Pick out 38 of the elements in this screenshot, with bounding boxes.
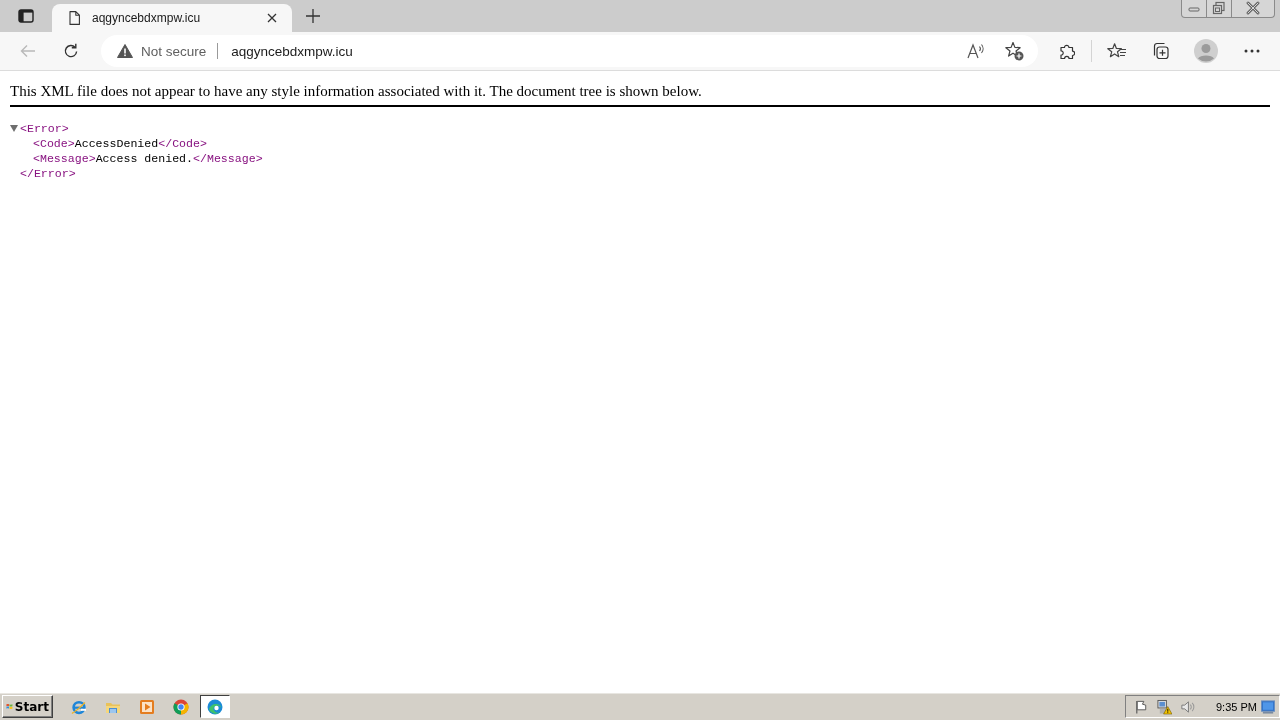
- favorites-icon[interactable]: [1106, 43, 1126, 59]
- desktop-icon[interactable]: [1260, 699, 1275, 714]
- xml-tag: </Code>: [158, 136, 207, 151]
- taskbar-button[interactable]: [200, 695, 230, 718]
- xml-tag: <Code>: [33, 136, 75, 151]
- panel-icon[interactable]: [18, 9, 34, 23]
- url-text: aqgyncebdxmpw.icu: [231, 43, 354, 59]
- puzzle-icon[interactable]: [1059, 43, 1075, 59]
- security-button[interactable]: Not secure: [117, 43, 207, 59]
- close-icon[interactable]: [267, 13, 277, 23]
- xml-tag: <Error>: [20, 121, 69, 136]
- clock: 9:35 PM: [1215, 700, 1257, 713]
- start-button[interactable]: Start: [2, 695, 53, 718]
- xml-tag: </Error>: [20, 166, 76, 181]
- xml-notice: This XML file does not appear to have any style information associated with it. The document tree is shown below.: [10, 82, 1270, 107]
- xml-text: AccessDenied: [74, 136, 159, 151]
- circle-logo-icon: [173, 698, 189, 715]
- xml-tag: </Message>: [193, 151, 263, 166]
- play-icon: [139, 698, 155, 715]
- more-icon[interactable]: [1244, 49, 1260, 53]
- refresh-icon[interactable]: [63, 43, 79, 59]
- warning-icon: [117, 44, 133, 58]
- read-aloud-icon[interactable]: [967, 43, 985, 59]
- avatar-icon[interactable]: [1194, 39, 1218, 63]
- xml-tag: <Message>: [33, 151, 96, 166]
- browser-tab[interactable]: aqgyncebdxmpw.icu: [52, 4, 292, 32]
- address-bar[interactable]: Not secure aqgyncebdxmpw.icu: [101, 35, 1038, 67]
- star-plus-icon[interactable]: [1005, 41, 1024, 61]
- swirl-logo-icon: [207, 698, 223, 715]
- flag-icon[interactable]: [1134, 698, 1149, 715]
- network-warning-icon[interactable]: [1157, 698, 1172, 715]
- triangle-toggle-icon[interactable]: [10, 124, 18, 133]
- speaker-icon[interactable]: [1179, 698, 1195, 715]
- e-logo-icon: [71, 698, 87, 715]
- xml-text: Access denied.: [95, 151, 194, 166]
- collections-icon[interactable]: [1151, 42, 1169, 60]
- page-icon: [69, 11, 80, 25]
- plus-icon[interactable]: [306, 9, 320, 23]
